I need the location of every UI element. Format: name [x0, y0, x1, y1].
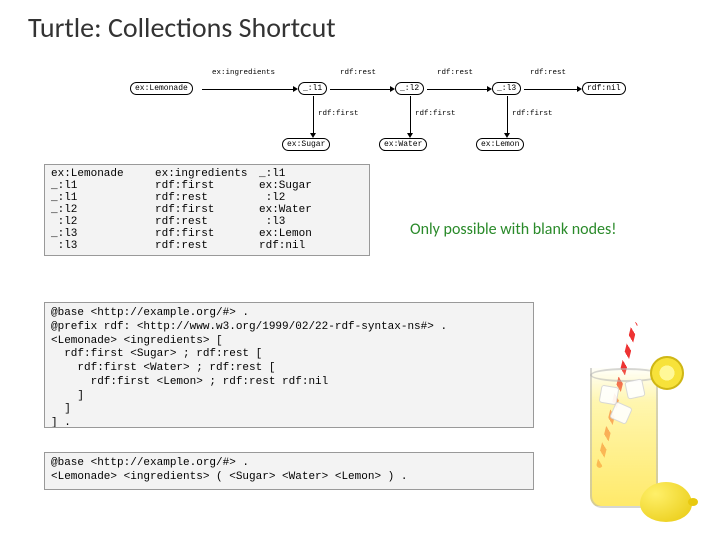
edge-rest-2: rdf:rest [437, 69, 473, 77]
node-lemon: ex:Lemon [476, 138, 524, 151]
triples-col-subject: ex:Lemonade _:l1 _:l1 _:l2 :l2 _:l3 :l3 [51, 168, 155, 252]
node-water: ex:Water [379, 138, 427, 151]
turtle-shortcut-code: @base <http://example.org/#> . <Lemonade… [44, 452, 534, 490]
node-lemonade: ex:Lemonade [130, 82, 193, 95]
lemonade-illustration [570, 328, 690, 518]
triples-col-predicate: ex:ingredients rdf:first rdf:rest rdf:fi… [155, 168, 259, 252]
edge-first-1: rdf:first [318, 110, 359, 118]
triples-table: ex:Lemonade _:l1 _:l1 _:l2 :l2 _:l3 :l3 … [44, 164, 370, 256]
rdf-graph-diagram: ex:Lemonade _:l1 _:l2 _:l3 rdf:nil ex:Su… [130, 60, 650, 155]
blank-nodes-note: Only possible with blank nodes! [410, 220, 616, 239]
lemon-icon [640, 482, 692, 522]
edge-rest-1: rdf:rest [340, 69, 376, 77]
edge-first-2: rdf:first [415, 110, 456, 118]
slide-title: Turtle: Collections Shortcut [28, 10, 336, 45]
edge-first-3: rdf:first [512, 110, 553, 118]
edge-ingredients: ex:ingredients [212, 69, 275, 77]
node-sugar: ex:Sugar [282, 138, 330, 151]
node-l2: _:l2 [395, 82, 424, 95]
triples-col-object: _:l1 ex:Sugar :l2 ex:Water :l3 ex:Lemon … [259, 168, 363, 252]
node-nil: rdf:nil [582, 82, 626, 95]
edge-rest-3: rdf:rest [530, 69, 566, 77]
node-l1: _:l1 [298, 82, 327, 95]
turtle-long-form-code: @base <http://example.org/#> . @prefix r… [44, 302, 534, 428]
node-l3: _:l3 [492, 82, 521, 95]
lemon-slice-icon [650, 356, 684, 390]
